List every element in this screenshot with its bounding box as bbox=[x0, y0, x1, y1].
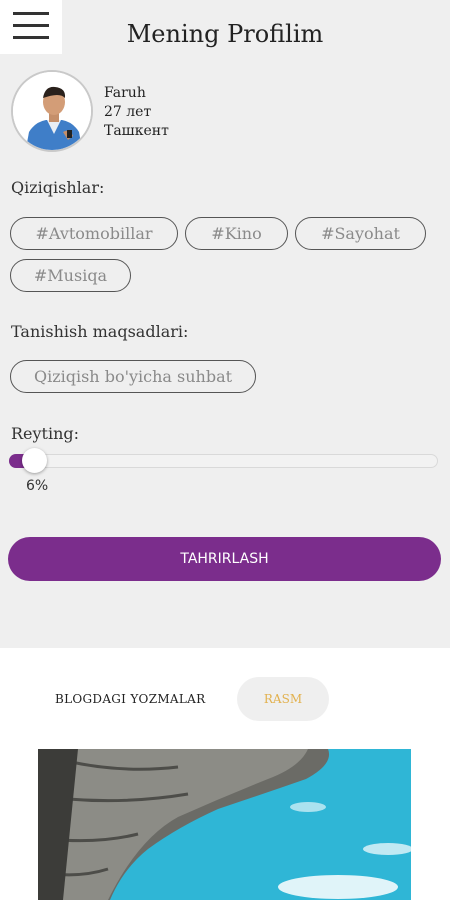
rating-label: Reyting: bbox=[11, 424, 80, 443]
user-age: 27 лет bbox=[104, 104, 152, 120]
goals-label: Tanishish maqsadlari: bbox=[11, 322, 189, 341]
edit-profile-button[interactable]: TAHRIRLASH bbox=[8, 537, 441, 581]
goal-tag[interactable]: Qiziqish bo'yicha suhbat bbox=[10, 360, 256, 393]
cliff-sky-image bbox=[38, 749, 411, 900]
interest-tag-sayohat[interactable]: #Sayohat bbox=[295, 217, 426, 250]
user-info: Faruh 27 лет Ташкент bbox=[104, 84, 169, 141]
rating-slider-thumb[interactable] bbox=[22, 448, 47, 473]
interests-label: Qiziqishlar: bbox=[11, 178, 105, 197]
hamburger-menu-icon bbox=[13, 12, 49, 15]
avatar[interactable] bbox=[11, 70, 93, 152]
interest-tag-avtomobillar[interactable]: #Avtomobillar bbox=[10, 217, 178, 250]
avatar-person-image bbox=[13, 72, 91, 150]
rating-slider-track[interactable] bbox=[9, 454, 438, 468]
user-city: Ташкент bbox=[104, 123, 169, 139]
rating-value: 6% bbox=[26, 478, 49, 494]
tab-photo[interactable]: RASM bbox=[237, 677, 329, 721]
page-title: Mening Profilim bbox=[126, 20, 324, 48]
post-photo[interactable] bbox=[38, 749, 411, 900]
interest-tag-kino[interactable]: #Kino bbox=[185, 217, 288, 250]
user-name: Faruh bbox=[104, 85, 146, 101]
tab-blog-posts[interactable]: BLOGDAGI YOZMALAR bbox=[55, 692, 205, 706]
interest-tag-musiqa[interactable]: #Musiqa bbox=[10, 259, 131, 292]
